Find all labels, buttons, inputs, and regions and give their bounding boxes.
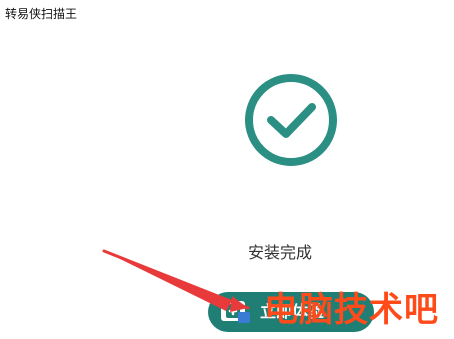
start-now-label: 立即体验 <box>260 302 325 321</box>
scanner-icon <box>221 301 250 323</box>
check-circle-icon <box>245 74 337 166</box>
app-title: 转易侠扫描王 <box>5 7 78 21</box>
start-now-button[interactable]: 立即体验 <box>208 292 374 332</box>
red-arrow-annotation <box>102 249 250 312</box>
install-complete-text: 安装完成 <box>247 243 312 262</box>
